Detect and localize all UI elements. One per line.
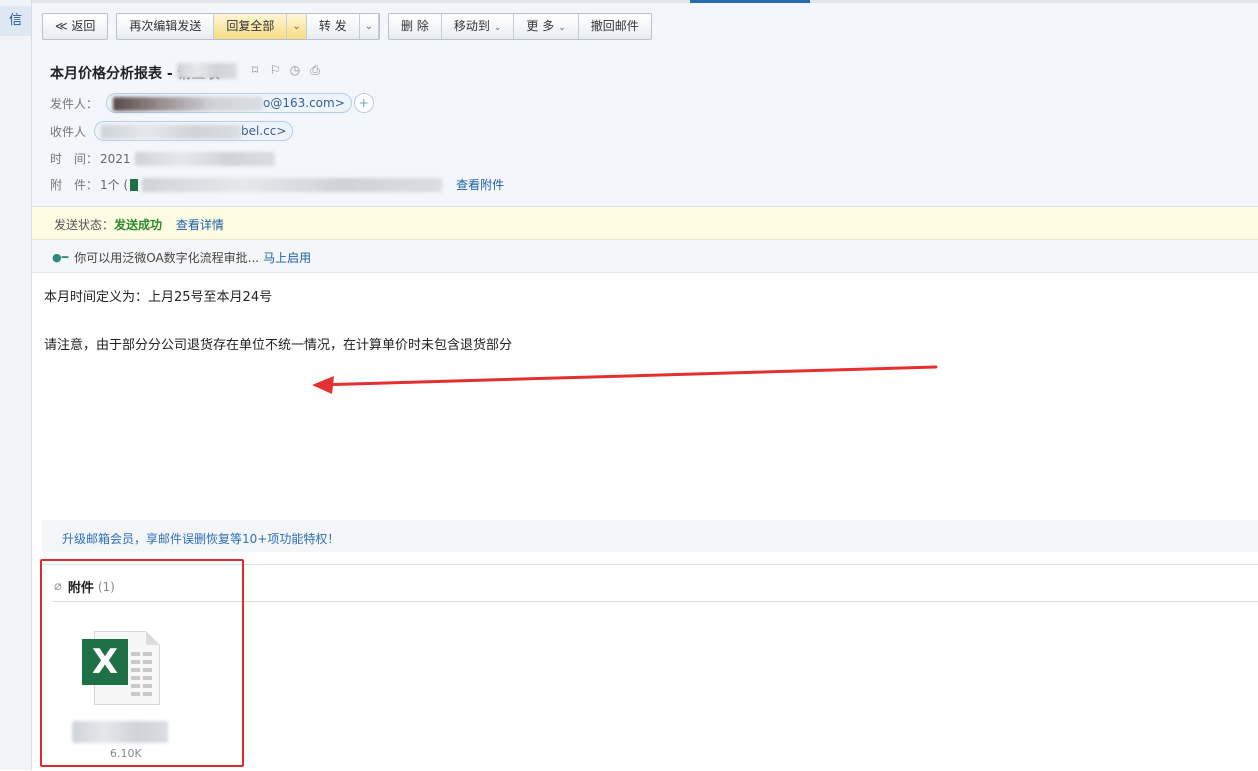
add-contact-plus-icon[interactable]: + xyxy=(353,93,374,113)
mail-read-view: ≪ 返回 再次编辑发送 回复全部 ⌄ 转 发 ⌄ 删 除 移动到 ⌄ 更 多 ⌄ 撤… xyxy=(32,3,1258,771)
send-status-bar: 发送状态：发送成功 查看详情 xyxy=(32,207,1258,240)
oa-key-icon: ●━ xyxy=(52,251,69,264)
move-to-label: 移动到 xyxy=(453,19,490,33)
attachment-label: 附 件： xyxy=(50,178,99,192)
manage-group: 删 除 移动到 ⌄ 更 多 ⌄ 撤回邮件 xyxy=(388,13,652,40)
back-group: ≪ 返回 xyxy=(42,13,109,40)
time-value: 2021 xyxy=(100,151,131,166)
attachments-divider xyxy=(52,601,1258,602)
clock-icon[interactable]: ◷ xyxy=(288,63,302,77)
mail-toolbar: ≪ 返回 再次编辑发送 回复全部 ⌄ 转 发 ⌄ 删 除 移动到 ⌄ 更 多 ⌄ 撤… xyxy=(42,13,660,40)
rail-tab-inbox[interactable]: 信 xyxy=(0,6,31,36)
send-status-label: 发送状态： xyxy=(54,218,115,232)
view-details-link[interactable]: 查看详情 xyxy=(176,218,224,232)
sender-email-tail: o@163.com> xyxy=(263,96,345,110)
oa-promo-text: 你可以用泛微OA数字化流程审批... xyxy=(74,251,260,265)
vip-upgrade-bar: 升级邮箱会员，享邮件误删恢复等10+项功能特权！ xyxy=(42,520,1258,552)
redacted-subject-blur xyxy=(177,63,237,79)
send-status: 发送状态：发送成功 查看详情 xyxy=(54,216,224,233)
attachments-title: 附件 xyxy=(67,581,94,596)
recipient-email-tail: bel.cc> xyxy=(241,124,287,138)
paperclip-icon: ⌀ xyxy=(54,579,62,594)
attachments-count: (1) xyxy=(97,579,115,594)
view-attachment-link[interactable]: 查看附件 xyxy=(456,176,504,193)
body-line-1: 本月时间定义为：上月25号至本月24号 xyxy=(44,290,273,305)
bookmark-icon[interactable]: ⌑ xyxy=(248,63,262,77)
delete-button[interactable]: 删 除 xyxy=(389,14,442,39)
more-button[interactable]: 更 多 ⌄ xyxy=(514,14,579,39)
mail-header: ≪ 返回 再次编辑发送 回复全部 ⌄ 转 发 ⌄ 删 除 移动到 ⌄ 更 多 ⌄ 撤… xyxy=(32,3,1258,207)
attachments-section: ⌀ 附件 (1) X 6.10K xyxy=(42,564,1258,771)
attachment-file-tile[interactable]: X 6.10K xyxy=(72,627,182,760)
recall-mail-button[interactable]: 撤回邮件 xyxy=(579,14,651,39)
move-to-button[interactable]: 移动到 ⌄ xyxy=(442,14,515,39)
from-row: 发件人： o@163.com> + xyxy=(50,93,374,113)
oa-promo-bar: ●━ 你可以用泛微OA数字化流程审批... 马上启用 xyxy=(32,240,1258,273)
redacted-sender-blur xyxy=(113,96,264,111)
redacted-recipient-blur xyxy=(101,124,242,139)
to-row: 收件人 bel.cc> xyxy=(50,121,294,141)
time-row: 时 间： 2021 xyxy=(50,150,275,167)
send-status-value: 发送成功 xyxy=(114,218,163,232)
time-label: 时 间： xyxy=(50,152,99,166)
left-navigation-rail: 信 xyxy=(0,0,32,770)
to-label: 收件人 xyxy=(50,124,87,139)
redacted-attachment-name-blur xyxy=(72,721,168,743)
recipient-chip[interactable]: bel.cc> xyxy=(94,121,294,141)
reply-group: 再次编辑发送 回复全部 ⌄ 转 发 ⌄ xyxy=(116,13,381,40)
redacted-time-blur xyxy=(134,151,275,166)
back-button[interactable]: ≪ 返回 xyxy=(43,14,107,39)
vip-upgrade-link[interactable]: 升级邮箱会员，享邮件误删恢复等10+项功能特权！ xyxy=(62,530,339,547)
attachment-count: 1个 ( xyxy=(100,178,129,192)
sheet-lines xyxy=(131,652,153,700)
reply-all-dropdown-chevron-icon[interactable]: ⌄ xyxy=(287,14,307,39)
enable-now-link[interactable]: 马上启用 xyxy=(263,249,311,266)
body-line-2: 请注意，由于部分分公司退货存在单位不统一情况，在计算单价时未包含退货部分 xyxy=(44,338,513,353)
sender-chip[interactable]: o@163.com> xyxy=(106,93,352,113)
chevron-down-icon: ⌄ xyxy=(493,23,502,33)
redacted-filename-blur xyxy=(142,177,443,192)
red-annotation-arrow xyxy=(312,365,938,394)
oa-promo: ●━ 你可以用泛微OA数字化流程审批... 马上启用 xyxy=(52,249,311,266)
reedit-send-button[interactable]: 再次编辑发送 xyxy=(117,14,215,39)
excel-mini-icon xyxy=(130,178,139,191)
flag-icon[interactable]: ⚐ xyxy=(268,63,282,77)
attachment-file-size: 6.10K xyxy=(110,747,142,760)
chevron-down-icon: ⌄ xyxy=(558,23,566,33)
from-label: 发件人： xyxy=(50,96,99,111)
excel-icon: X xyxy=(82,639,128,685)
print-icon[interactable]: ⎙ xyxy=(308,63,322,77)
more-label: 更 多 xyxy=(526,19,555,33)
attachments-header: ⌀ 附件 (1) xyxy=(54,577,115,596)
subject-actions: ⌑ ⚐ ◷ ⎙ xyxy=(248,63,322,77)
attachment-row: 附 件： 1个 ( 查看附件 xyxy=(50,176,504,193)
forward-dropdown-chevron-icon[interactable]: ⌄ xyxy=(360,14,380,39)
forward-button[interactable]: 转 发 xyxy=(307,14,360,39)
page-fold xyxy=(146,631,160,645)
reply-all-button[interactable]: 回复全部 xyxy=(214,14,288,39)
